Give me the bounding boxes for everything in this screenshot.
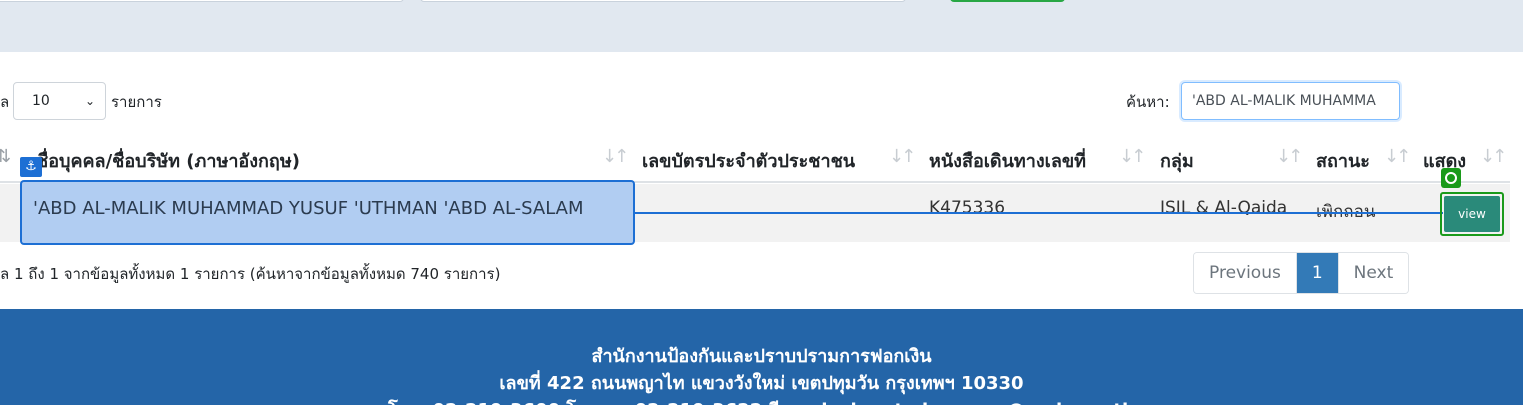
column-header-name[interactable]: ชื่อบุคคล/ชื่อบริษัท (ภาษาอังกฤษ) [36,146,300,175]
pagination: Previous 1 Next [1193,252,1410,294]
cell-group: ISIL & Al-Qaida [1160,198,1288,218]
sort-icon[interactable]: ↓↑ [1276,146,1303,167]
table-info: ล 1 ถึง 1 จากข้อมูลทั้งหมด 1 รายการ (ค้น… [0,265,501,283]
page-1-button[interactable]: 1 [1296,253,1339,293]
sort-icon[interactable]: ↓↑ [1384,146,1411,167]
previous-page-button[interactable]: Previous [1194,253,1297,293]
filter-input-2[interactable] [420,0,906,2]
column-header-status[interactable]: สถานะ [1316,146,1370,175]
sort-icon[interactable]: ⇅ [0,146,11,167]
footer-org-name: สำนักงานป้องกันและปราบปรามการฟอกเงิน [591,346,932,367]
footer: สำนักงานป้องกันและปราบปรามการฟอกเงิน เลข… [0,309,1523,405]
sort-icon[interactable]: ↓↑ [1480,146,1507,167]
sort-icon[interactable]: ↓↑ [889,146,916,167]
page-length-value: 10 [32,93,50,109]
anchor-icon: ⚓ [20,157,42,177]
filter-input-1[interactable] [0,0,404,2]
footer-address: เลขที่ 422 ถนนพญาไท แขวงวังใหม่ เขตปทุมว… [499,373,1024,394]
next-page-button[interactable]: Next [1338,253,1409,293]
column-header-id-card[interactable]: เลขบัตรประจำตัวประชาชน [642,146,855,175]
connector-line [635,212,1443,214]
column-header-passport[interactable]: หนังสือเดินทางเลขที่ [929,146,1086,175]
sort-icon[interactable]: ↓↑ [1119,146,1146,167]
page-length-select[interactable]: 10 ⌄ [13,82,106,120]
cell-name: 'ABD AL-MALIK MUHAMMAD YUSUF 'UTHMAN 'AB… [33,198,584,219]
target-icon [1441,168,1461,188]
footer-contact: โทร. 02-219-3600 โทรสาร 02-219-3622 อีเม… [0,395,1523,405]
search-submit-button[interactable] [950,0,1065,2]
length-prefix: ล [0,93,10,111]
length-suffix: รายการ [111,93,162,111]
view-button[interactable]: view [1444,196,1500,232]
filter-panel [0,0,1523,52]
cell-passport: K475336 [929,198,1006,218]
sort-icon[interactable]: ↓↑ [602,146,629,167]
chevron-down-icon: ⌄ [84,94,95,108]
search-input[interactable]: 'ABD AL-MALIK MUHAMMA [1181,82,1400,120]
column-header-group[interactable]: กลุ่ม [1160,146,1194,175]
search-label: ค้นหา: [1126,93,1170,111]
